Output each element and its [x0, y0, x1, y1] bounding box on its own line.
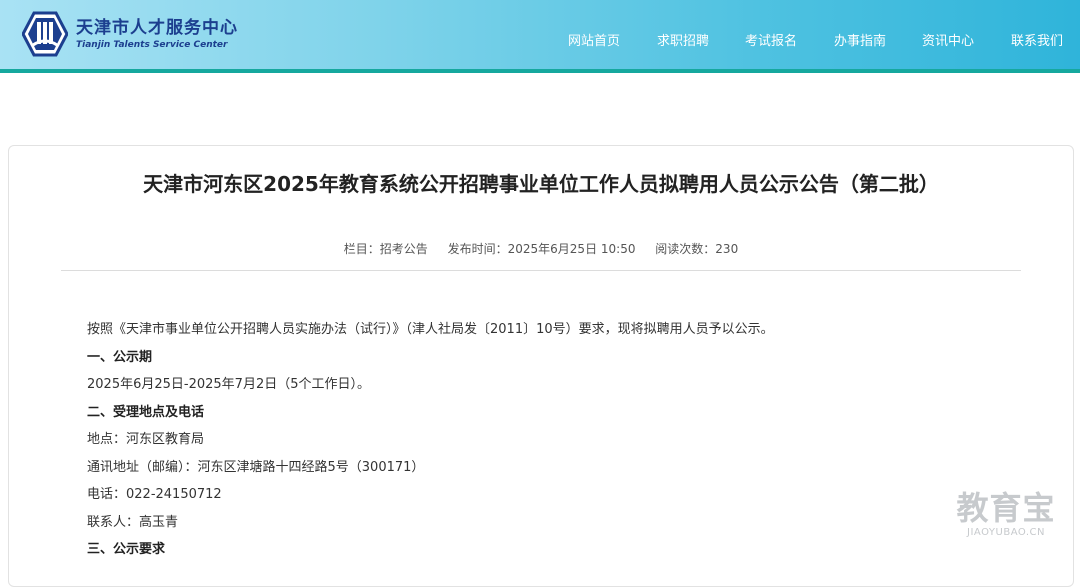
paragraph-notice-period: 2025年6月25日-2025年7月2日（5个工作日）。 [87, 377, 370, 392]
paragraph-contact-person: 联系人：高玉青 [87, 514, 179, 530]
nav-item-guide[interactable]: 办事指南 [834, 30, 886, 49]
nav-item-exam-registration[interactable]: 考试报名 [745, 30, 797, 49]
section-heading-notice-period: 一、公示期 [87, 349, 153, 365]
paragraph-phone: 电话：022-24150712 [87, 487, 222, 502]
meta-column: 栏目：招考公告 [343, 242, 428, 256]
article-body: 按照《天津市事业单位公开招聘人员实施办法（试行）》（津人社局发〔2011〕10号… [87, 316, 1047, 564]
article-title: 天津市河东区2025年教育系统公开招聘事业单位工作人员拟聘用人员公示公告（第二批… [143, 172, 939, 196]
nav-item-contact[interactable]: 联系我们 [1011, 30, 1063, 49]
section-heading-location-phone: 二、受理地点及电话 [87, 404, 205, 420]
main-nav: 网站首页 求职招聘 考试报名 办事指南 资讯中心 联系我们 [0, 30, 1080, 50]
nav-item-jobs[interactable]: 求职招聘 [657, 30, 709, 49]
meta-view-count: 阅读次数：230 [655, 242, 739, 256]
watermark-domain: JIAOYUBAO.CN [967, 527, 1045, 538]
nav-item-home[interactable]: 网站首页 [568, 30, 620, 49]
section-heading-requirements: 三、公示要求 [87, 542, 166, 557]
site-header: 天津市人才服务中心 Tianjin Talents Service Center… [0, 0, 1080, 69]
header-accent-bar [0, 69, 1080, 73]
paragraph-address: 通讯地址（邮编）：河东区津塘路十四经路5号（300171） [87, 459, 425, 475]
paragraph-intro: 按照《天津市事业单位公开招聘人员实施办法（试行）》（津人社局发〔2011〕10号… [87, 322, 774, 337]
article-meta: 栏目：招考公告 发布时间：2025年6月25日 10:50 阅读次数：230 [9, 240, 1073, 257]
meta-divider [61, 270, 1021, 271]
paragraph-location: 地点：河东区教育局 [87, 432, 205, 447]
article-card: 天津市河东区2025年教育系统公开招聘事业单位工作人员拟聘用人员公示公告（第二批… [8, 145, 1074, 587]
watermark-text: 教育宝 [956, 489, 1056, 527]
watermark-logo: 教育宝 JIAOYUBAO.CN [948, 489, 1064, 539]
meta-published-time: 发布时间：2025年6月25日 10:50 [447, 242, 636, 256]
nav-item-news[interactable]: 资讯中心 [922, 30, 974, 49]
